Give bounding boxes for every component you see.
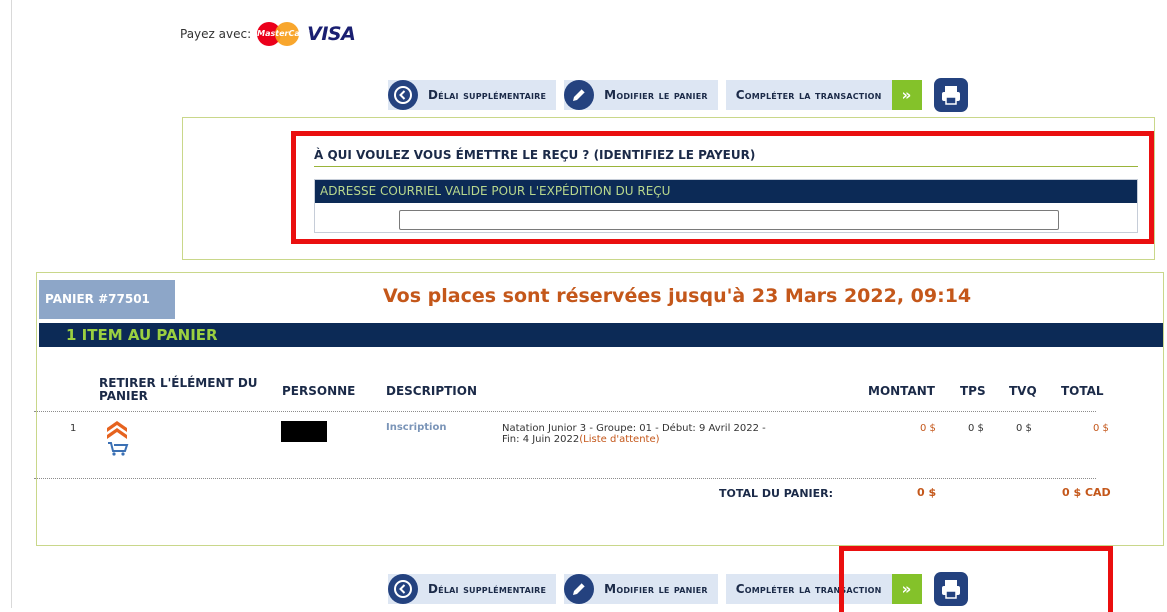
item-description-line2: Fin: 4 Juin 2022(Liste d'attente) [502,434,660,445]
payment-methods: Payez avec: MasterCard VISA [180,22,356,46]
printer-icon [941,580,960,599]
bottom-action-bar: Délai supplémentaire Modifier le panier … [388,572,968,606]
table-divider [34,411,1096,412]
print-button-bottom[interactable] [933,572,968,606]
person-name-redacted [281,421,327,442]
extra-delay-label: Délai supplémentaire [428,88,547,102]
email-header: ADRESSE COURRIEL VALIDE POUR L'EXPÉDITIO… [315,180,1137,203]
pencil-icon [564,80,595,110]
modify-cart-button-bottom[interactable]: Modifier le panier [564,574,718,604]
complete-transaction-label: Compléter la transaction [735,88,882,102]
extra-delay-label: Délai supplémentaire [428,582,547,596]
reservation-notice: Vos places sont réservées jusqu'à 23 Mar… [383,285,972,307]
item-total: 0 $ [1093,423,1109,434]
column-tps: TPS [960,384,986,398]
item-description-line1: Natation Junior 3 - Groupe: 01 - Début: … [502,423,766,434]
payment-label: Payez avec: [180,27,252,41]
clock-icon [388,80,418,110]
table-divider-bottom [34,478,1096,479]
item-tps: 0 $ [968,423,984,434]
extra-delay-button-bottom[interactable]: Délai supplémentaire [388,574,557,604]
cart-total-label: TOTAL DU PANIER: [719,487,833,500]
item-type: Inscription [386,422,447,433]
waitlist-label: (Liste d'attente) [579,434,660,445]
arrow-right-icon: » [891,574,922,604]
clock-icon [388,574,418,604]
print-button[interactable] [933,78,968,112]
item-end-date: Fin: 4 Juin 2022 [502,434,580,445]
arrow-right-icon: » [891,80,922,110]
modify-cart-button[interactable]: Modifier le panier [564,80,718,110]
complete-transaction-button-bottom[interactable]: Compléter la transaction » [725,574,922,604]
email-field[interactable] [399,210,1059,230]
extra-delay-button[interactable]: Délai supplémentaire [388,80,557,110]
cart-number-badge: PANIER #77501 [39,280,175,319]
email-section: ADRESSE COURRIEL VALIDE POUR L'EXPÉDITIO… [314,179,1138,233]
complete-transaction-button[interactable]: Compléter la transaction » [725,80,922,110]
cart-total-amount: 0 $ [917,486,937,499]
remove-item-icon[interactable] [104,418,130,456]
item-amount: 0 $ [920,423,936,434]
items-count-bar: 1 ITEM AU PANIER [39,323,1163,347]
column-description: DESCRIPTION [386,384,478,398]
left-border-line [11,0,12,608]
complete-transaction-label: Compléter la transaction [735,582,882,596]
row-index: 1 [70,423,77,434]
item-tvq: 0 $ [1016,423,1032,434]
column-remove: RETIRER L'ÉLÉMENT DU PANIER [99,376,258,403]
column-tvq: TVQ [1009,384,1037,398]
mastercard-logo: MasterCard [257,22,310,46]
visa-logo: VISA [307,23,356,45]
modify-cart-label: Modifier le panier [604,88,708,102]
cart-panel: PANIER #77501 Vos places sont réservées … [36,272,1164,546]
printer-icon [941,86,960,105]
top-action-bar: Délai supplémentaire Modifier le panier … [388,78,968,112]
mastercard-logo-text: MasterCard [257,29,310,38]
receipt-title: À QUI VOULEZ VOUS ÉMETTRE LE REÇU ? (IDE… [314,148,1138,167]
column-total: TOTAL [1061,384,1104,398]
column-amount: MONTANT [868,384,935,398]
modify-cart-label: Modifier le panier [604,582,708,596]
receipt-panel: À QUI VOULEZ VOUS ÉMETTRE LE REÇU ? (IDE… [182,117,1155,260]
cart-total-cad: 0 $ CAD [1062,486,1111,499]
column-person: PERSONNE [282,384,356,398]
pencil-icon [564,574,595,604]
